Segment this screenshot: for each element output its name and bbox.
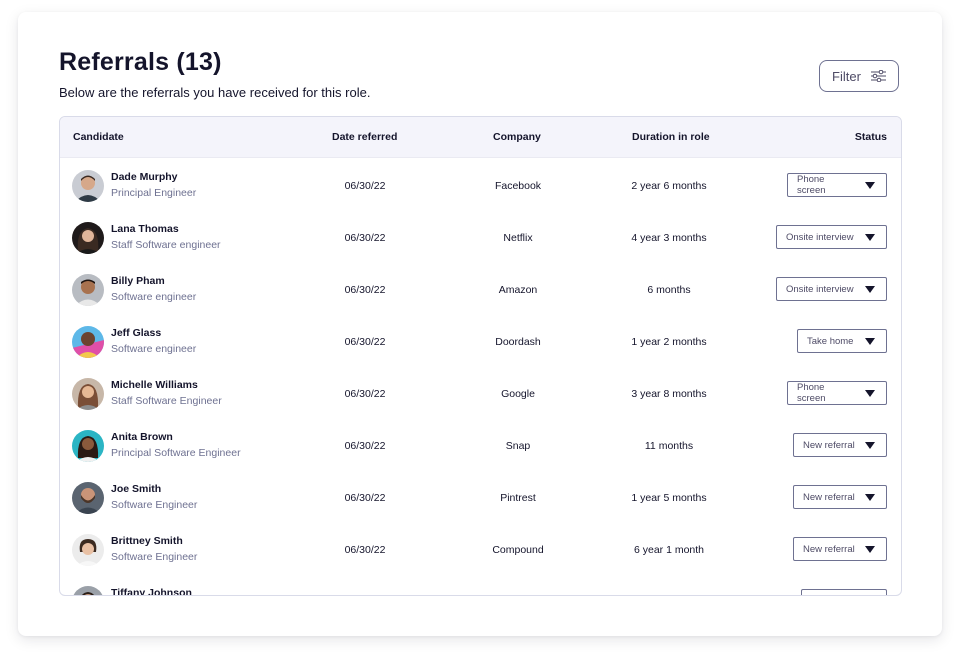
- duration-in-role: 1 year 5 months: [631, 492, 707, 504]
- caret-down-icon: [865, 337, 875, 345]
- candidate-name[interactable]: Dade Murphy: [111, 171, 178, 183]
- avatar: [72, 378, 104, 410]
- candidate-title: Software engineer: [111, 291, 197, 303]
- date-referred: 06/30/22: [344, 544, 386, 556]
- column-header-company[interactable]: Company: [493, 117, 541, 157]
- company: Snap: [505, 440, 531, 452]
- status-select-value: Onsite interview: [786, 283, 854, 295]
- column-header-duration[interactable]: Duration in role: [632, 117, 710, 157]
- column-header-candidate[interactable]: Candidate: [73, 117, 124, 157]
- candidate-title: Software Engineer: [111, 551, 198, 563]
- status-select-value: New referral: [803, 543, 855, 555]
- caret-down-icon: [865, 545, 875, 553]
- avatar: [72, 326, 104, 358]
- date-referred: 06/30/22: [344, 336, 386, 348]
- referrals-table: Candidate Date referred Company Duration…: [59, 116, 902, 596]
- candidate-name[interactable]: Anita Brown: [111, 431, 173, 443]
- filter-button-label: Filter: [832, 68, 861, 84]
- status-select-value: Take home: [807, 335, 854, 347]
- date-referred: 06/30/22: [344, 180, 386, 192]
- duration-in-role: 4 year 3 months: [631, 232, 707, 244]
- status-select-value: New referral: [803, 439, 855, 451]
- table-row[interactable]: Billy Pham Software engineer 06/30/22 Am…: [60, 264, 901, 316]
- candidate-name[interactable]: Lana Thomas: [111, 223, 179, 235]
- company: Facebook: [494, 180, 542, 192]
- status-select[interactable]: [801, 589, 887, 595]
- date-referred: 06/30/22: [344, 492, 386, 504]
- sliders-icon: [870, 69, 886, 83]
- avatar: [72, 222, 104, 254]
- caret-down-icon: [865, 493, 875, 501]
- candidate-title: Software engineer: [111, 343, 197, 355]
- candidate-name[interactable]: Brittney Smith: [111, 535, 183, 547]
- avatar: [72, 274, 104, 306]
- avatar: [72, 170, 104, 202]
- date-referred: 06/30/22: [344, 232, 386, 244]
- status-select[interactable]: Onsite interview: [776, 277, 887, 301]
- duration-in-role: 6 year 1 month: [633, 544, 705, 556]
- caret-down-icon: [865, 389, 875, 397]
- candidate-name[interactable]: Billy Pham: [111, 275, 165, 287]
- table-row[interactable]: Jeff Glass Software engineer 06/30/22 Do…: [60, 316, 901, 368]
- caret-down-icon: [865, 285, 875, 293]
- candidate-name[interactable]: Tiffany Johnson: [111, 587, 192, 595]
- candidate-name[interactable]: Michelle Williams: [111, 379, 198, 391]
- duration-in-role: 1 year 2 months: [631, 336, 707, 348]
- avatar: [72, 586, 104, 595]
- table-row[interactable]: Brittney Smith Software Engineer 06/30/2…: [60, 524, 901, 576]
- table-row[interactable]: Anita Brown Principal Software Engineer …: [60, 420, 901, 472]
- referrals-card: Referrals (13) Below are the referrals y…: [18, 12, 942, 636]
- column-header-date-referred[interactable]: Date referred: [332, 117, 397, 157]
- company: Netflix: [503, 232, 533, 244]
- company: Compound: [492, 544, 544, 556]
- avatar: [72, 534, 104, 566]
- page-title: Referrals (13): [59, 48, 222, 76]
- date-referred: 06/30/22: [344, 388, 386, 400]
- status-select[interactable]: New referral: [793, 485, 887, 509]
- status-select[interactable]: Phone screen: [787, 381, 887, 405]
- date-referred: 06/30/22: [344, 284, 386, 296]
- status-select[interactable]: New referral: [793, 433, 887, 457]
- column-header-status[interactable]: Status: [855, 117, 887, 157]
- status-select[interactable]: Take home: [797, 329, 887, 353]
- candidate-title: Software Engineer: [111, 499, 198, 511]
- table-row[interactable]: Dade Murphy Principal Engineer 06/30/22 …: [60, 160, 901, 212]
- candidate-title: Principal Engineer: [111, 187, 197, 199]
- avatar: [72, 482, 104, 514]
- status-select-value: Phone screen: [797, 174, 826, 196]
- avatar: [72, 430, 104, 462]
- date-referred: 06/30/22: [344, 440, 386, 452]
- table-row[interactable]: Tiffany Johnson: [60, 576, 901, 595]
- filter-button[interactable]: Filter: [819, 60, 899, 92]
- status-select[interactable]: Onsite interview: [776, 225, 887, 249]
- candidate-title: Staff Software engineer: [111, 239, 221, 251]
- table-row[interactable]: Michelle Williams Staff Software Enginee…: [60, 368, 901, 420]
- status-select-value: New referral: [803, 491, 855, 503]
- caret-down-icon: [865, 233, 875, 241]
- candidate-title: Staff Software Engineer: [111, 395, 222, 407]
- status-select-value: Phone screen: [797, 382, 826, 404]
- caret-down-icon: [865, 181, 875, 189]
- page-subtitle: Below are the referrals you have receive…: [59, 85, 371, 100]
- candidate-name[interactable]: Jeff Glass: [111, 327, 161, 339]
- duration-in-role: 6 months: [647, 284, 691, 296]
- company: Google: [501, 388, 535, 400]
- company: Pintrest: [500, 492, 536, 504]
- table-header: Candidate Date referred Company Duration…: [60, 117, 901, 158]
- table-row[interactable]: Lana Thomas Staff Software engineer 06/3…: [60, 212, 901, 264]
- table-row[interactable]: Joe Smith Software Engineer 06/30/22 Pin…: [60, 472, 901, 524]
- candidate-name[interactable]: Joe Smith: [111, 483, 161, 495]
- duration-in-role: 3 year 8 months: [631, 388, 707, 400]
- status-select[interactable]: Phone screen: [787, 173, 887, 197]
- duration-in-role: 2 year 6 months: [631, 180, 707, 192]
- status-select[interactable]: New referral: [793, 537, 887, 561]
- candidate-title: Principal Software Engineer: [111, 447, 241, 459]
- company: Amazon: [498, 284, 538, 296]
- status-select-value: Onsite interview: [786, 231, 854, 243]
- duration-in-role: 11 months: [644, 440, 694, 452]
- caret-down-icon: [865, 441, 875, 449]
- company: Doordash: [495, 336, 541, 348]
